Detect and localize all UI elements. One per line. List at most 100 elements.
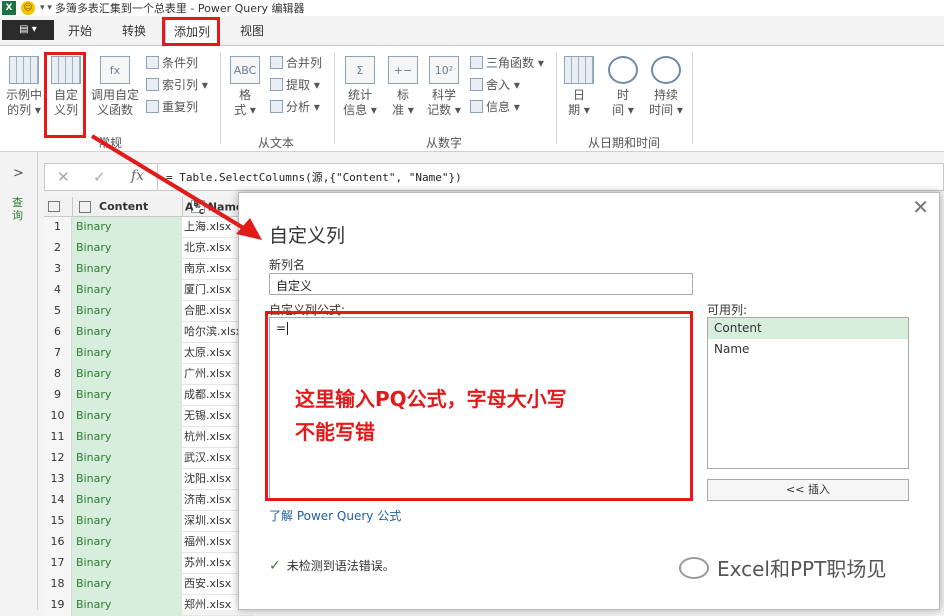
tab-home[interactable]: 开始 [68,22,92,39]
index-column-button[interactable]: 索引列 ▾ [146,76,208,93]
time-button[interactable]: 时间 ▾ [606,56,640,118]
content-cell[interactable]: Binary [72,301,182,322]
duration-button[interactable]: 持续 时间 ▾ [646,56,686,118]
merge-columns-button[interactable]: 合并列 [270,54,322,71]
information-button[interactable]: 信息 ▾ [470,98,520,115]
cancel-formula-icon[interactable]: ✕ [57,168,70,186]
invoke-custom-function-button[interactable]: fx 调用自定 义函数 [88,56,142,118]
table-row[interactable]: 2 Binary 北京.xlsx [44,238,254,259]
table-row[interactable]: 8 Binary 广州.xlsx [44,364,254,385]
duplicate-column-button[interactable]: 重复列 [146,98,198,115]
statistics-button[interactable]: Σ 统计 信息 ▾ [340,56,380,118]
conditional-column-button[interactable]: 条件列 [146,54,198,71]
ribbon-separator [334,52,335,144]
table-row[interactable]: 17 Binary 苏州.xlsx [44,553,254,574]
learn-formulas-link[interactable]: 了解 Power Query 公式 [269,507,401,524]
content-cell[interactable]: Binary [72,406,182,427]
available-column-name[interactable]: Name [708,339,908,360]
table-row[interactable]: 10 Binary 无锡.xlsx [44,406,254,427]
table-row[interactable]: 9 Binary 成都.xlsx [44,385,254,406]
table-row[interactable]: 12 Binary 武汉.xlsx [44,448,254,469]
tab-add-column[interactable]: 添加列 [165,18,220,44]
new-column-name-label: 新列名 [269,258,306,272]
syntax-status: ✓ 未检测到语法错误。 [269,557,395,574]
content-cell[interactable]: Binary [72,280,182,301]
content-cell[interactable]: Binary [72,238,182,259]
table-icon [9,56,39,84]
table-row[interactable]: 6 Binary 哈尔滨.xlsx [44,322,254,343]
file-menu-button[interactable]: ▤ ▾ [2,20,54,40]
content-cell[interactable]: Binary [72,553,182,574]
table-row[interactable]: 7 Binary 太原.xlsx [44,343,254,364]
content-cell[interactable]: Binary [72,469,182,490]
formula-input[interactable]: = Table.SelectColumns(源,{"Content", "Nam… [157,164,944,190]
content-cell[interactable]: Binary [72,343,182,364]
table-row[interactable]: 14 Binary 济南.xlsx [44,490,254,511]
table-row[interactable]: 18 Binary 西安.xlsx [44,574,254,595]
wechat-logo-icon [679,556,709,579]
scientific-button[interactable]: 10² 科学 记数 ▾ [424,56,464,118]
table-row[interactable]: 16 Binary 福州.xlsx [44,532,254,553]
fx-icon[interactable]: fx [131,168,144,184]
insert-button[interactable]: << 插入 [707,479,909,501]
table-row[interactable]: 5 Binary 合肥.xlsx [44,301,254,322]
parse-button[interactable]: 分析 ▾ [270,98,320,115]
custom-column-button[interactable]: 自定 义列 [48,56,84,118]
content-cell[interactable]: Binary [72,364,182,385]
rounding-button[interactable]: 舍入 ▾ [470,76,520,93]
duplicate-column-icon [146,100,159,113]
content-cell[interactable]: Binary [72,490,182,511]
available-columns-list: Content Name [707,317,909,469]
table-row[interactable]: 13 Binary 沈阳.xlsx [44,469,254,490]
table-row[interactable]: 11 Binary 杭州.xlsx [44,427,254,448]
extract-button[interactable]: 提取 ▾ [270,76,320,93]
table-row[interactable]: 3 Binary 南京.xlsx [44,259,254,280]
expand-chevron-icon[interactable]: > [13,166,24,181]
row-number: 4 [44,280,72,301]
table-row[interactable]: 15 Binary 深圳.xlsx [44,511,254,532]
trigonometry-button[interactable]: 三角函数 ▾ [470,54,544,71]
format-button[interactable]: ABC 格式 ▾ [228,56,262,118]
row-number: 11 [44,427,72,448]
date-button[interactable]: 日期 ▾ [562,56,596,118]
quick-access-dropdown-icon[interactable]: ▾ ▾ [40,3,52,13]
queries-pane-label[interactable]: 查询 [12,196,26,222]
menu-bar: ▤ ▾ 开始 转换 添加列 视图 [0,16,944,46]
content-cell[interactable]: Binary [72,259,182,280]
table-row[interactable]: 1 Binary 上海.xlsx [44,217,254,238]
row-number: 17 [44,553,72,574]
column-header-content[interactable]: Content ⇊ [72,197,205,217]
stopwatch-icon [651,56,681,84]
content-cell[interactable]: Binary [72,322,182,343]
content-cell[interactable]: Binary [72,427,182,448]
content-cell[interactable]: Binary [72,595,182,616]
row-number: 9 [44,385,72,406]
content-cell[interactable]: Binary [72,574,182,595]
confirm-formula-icon[interactable]: ✓ [93,168,106,186]
content-cell[interactable]: Binary [72,448,182,469]
row-number: 8 [44,364,72,385]
table-row[interactable]: 4 Binary 厦门.xlsx [44,280,254,301]
close-icon[interactable]: ✕ [912,195,929,219]
text-type-icon [79,201,91,213]
table-row[interactable]: 19 Binary 郑州.xlsx [44,595,254,616]
tab-transform[interactable]: 转换 [122,22,146,39]
function-icon: fx [100,56,130,84]
new-column-name-input[interactable]: 自定义 [269,273,693,295]
smiley-icon[interactable]: ☺ [21,1,35,15]
table-menu-icon[interactable] [48,201,60,212]
clock-icon [608,56,638,84]
tab-view[interactable]: 视图 [240,22,264,39]
excel-logo-icon: X [2,1,16,15]
standard-button[interactable]: +− 标准 ▾ [386,56,420,118]
content-cell[interactable]: Binary [72,217,182,238]
content-cell[interactable]: Binary [72,511,182,532]
row-number: 13 [44,469,72,490]
content-cell[interactable]: Binary [72,385,182,406]
column-from-examples-button[interactable]: 示例中 的列 ▾ [4,56,44,118]
row-number: 14 [44,490,72,511]
content-cell[interactable]: Binary [72,532,182,553]
available-column-content[interactable]: Content [708,318,908,339]
window-title: 多簿多表汇集到一个总表里 - Power Query 编辑器 [54,2,305,15]
information-icon [470,100,483,113]
